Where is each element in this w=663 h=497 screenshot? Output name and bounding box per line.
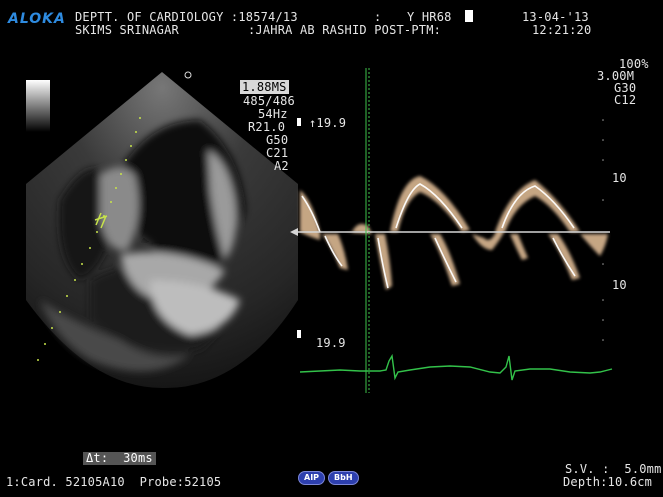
patient-name: :JAHRA AB RASHID POST-PTM: [248, 23, 442, 37]
probe-info: 1:Card. 52105A10 Probe:52105 [6, 475, 222, 489]
grayscale-bar-icon [26, 80, 50, 132]
brand-logo: ALOKA [8, 11, 66, 27]
velocity-scale-bottom: 19.9 [316, 336, 346, 350]
ecg-trace [299, 353, 613, 381]
velocity-scale-top: ↑19.9 [309, 116, 347, 130]
scale-tick-upper: 10 [612, 171, 627, 185]
doppler-spectrum [298, 119, 610, 341]
doppler-contrast: C12 [614, 93, 637, 107]
orientation-dot-icon [184, 71, 192, 79]
image-mode: A2 [274, 159, 289, 173]
depth: Depth:10.6cm [563, 475, 653, 489]
bbh-button[interactable]: BbH [328, 471, 359, 485]
scale-tick-lower: 10 [612, 278, 627, 292]
exam-time: 12:21:20 [532, 23, 592, 37]
scale-marker-top [297, 118, 301, 126]
frame-time: 1.88MS [240, 80, 289, 94]
aip-button[interactable]: AIP [298, 471, 326, 485]
header-line-2: SKIMS SRINAGAR [75, 23, 179, 37]
delta-t-measurement: Δt: 30ms [83, 452, 156, 465]
header-block-marker [465, 10, 473, 22]
ultrasound-display [26, 68, 613, 393]
scale-marker-bottom [297, 330, 301, 338]
